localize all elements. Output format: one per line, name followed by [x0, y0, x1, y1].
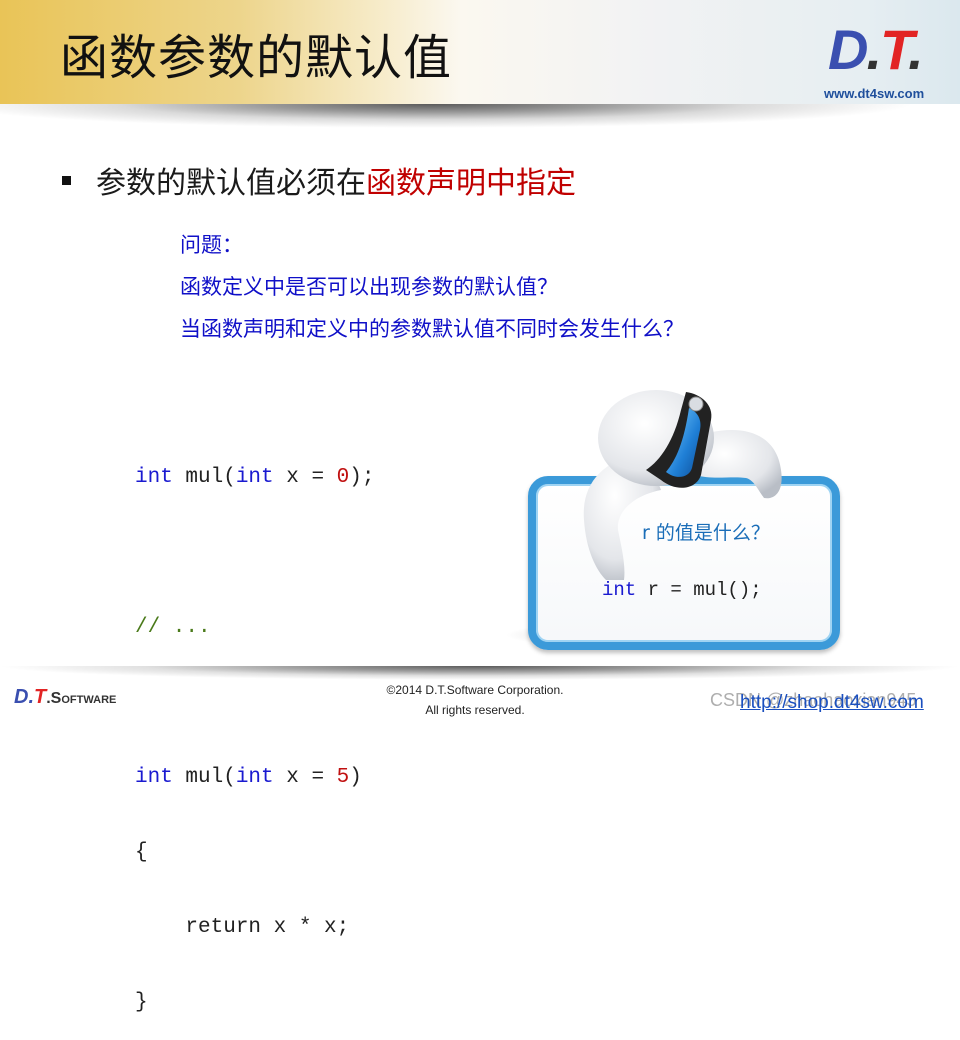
code-number: 5 — [336, 766, 350, 789]
question-item: 函数定义中是否可以出现参数的默认值？ — [180, 275, 558, 299]
code-keyword: int — [135, 766, 173, 789]
card-code: int r = mul(); — [602, 579, 762, 601]
code-line: { — [135, 841, 148, 864]
bullet-square-icon — [62, 175, 71, 185]
question-item: 当函数声明和定义中的参数默认值不同时会发生什么？ — [180, 317, 684, 341]
bullet-point: 参数的默认值必须在 函数声明中指定 — [62, 158, 576, 202]
code-keyword: int — [135, 466, 173, 489]
footer-shadow — [0, 666, 960, 680]
bullet-text: 参数的默认值必须在 — [96, 166, 366, 201]
code-text: mul( — [172, 466, 236, 489]
logo-t: T — [880, 18, 910, 81]
code-comment: // ... — [135, 616, 211, 639]
card-question: r 的值是什么？ — [642, 522, 770, 544]
bullet-highlight: 函数声明中指定 — [366, 166, 576, 201]
code-number: 0 — [336, 466, 350, 489]
code-text: r = mul(); — [636, 579, 762, 601]
logo-url: www.dt4sw.com — [824, 86, 925, 101]
code-block: int mul(int x = 0); // ... int mul(int x… — [135, 417, 374, 1040]
code-keyword: int — [235, 766, 274, 789]
copyright-line: ©2014 D.T.Software Corporation. — [386, 683, 564, 697]
logo-dot: . — [908, 18, 924, 81]
code-text: x = — [273, 766, 337, 789]
header-shadow — [0, 104, 960, 128]
code-text: ); — [349, 466, 375, 489]
footer-logo-d: D — [14, 686, 29, 708]
code-keyword: int — [602, 579, 637, 601]
code-line: int mul(int x = 0); — [135, 463, 374, 492]
code-text: x = — [273, 466, 337, 489]
code-line: } — [135, 991, 148, 1014]
logo-d: D — [828, 18, 868, 81]
robot-mascot-icon — [583, 390, 782, 580]
slide-title: 函数参数的默认值 — [60, 30, 453, 86]
code-text: mul( — [172, 766, 236, 789]
copyright-line: All rights reserved. — [425, 703, 525, 717]
copyright: ©2014 D.T.Software Corporation. All righ… — [360, 680, 590, 720]
code-line: // ... — [135, 613, 374, 642]
code-keyword: int — [235, 466, 274, 489]
logo-dot: . — [866, 18, 882, 81]
questions-block: 问题： 函数定义中是否可以出现参数的默认值？ 当函数声明和定义中的参数默认值不同… — [180, 230, 684, 356]
code-line: return x * x; — [135, 916, 350, 939]
footer-logo-software: .Software — [46, 690, 117, 707]
code-text: ) — [349, 766, 362, 789]
code-line: int mul(int x = 5) — [135, 763, 374, 792]
footer-logo-t: T — [34, 686, 47, 708]
shop-link[interactable]: http://shop.dt4sw.com — [740, 692, 924, 714]
question-heading: 问题： — [180, 233, 243, 257]
dt-logo: D.T. — [828, 22, 924, 78]
footer-logo: D.T.Software — [14, 686, 116, 709]
robot-card-illustration: r 的值是什么？ int r = mul(); — [496, 380, 856, 660]
